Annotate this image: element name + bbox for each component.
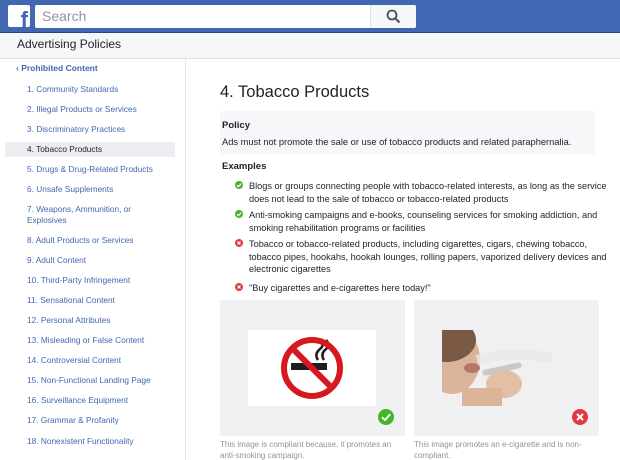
non-compliant-example-card [414,300,599,436]
sidebar-item[interactable]: 14. Controversial Content [5,355,175,366]
page-section-title[interactable]: Advertising Policies [17,37,121,51]
non-compliant-x-icon [572,409,588,425]
facebook-logo-icon[interactable]: f [8,5,30,27]
sidebar-item[interactable]: 1. Community Standards [5,84,175,95]
page-subheader: Advertising Policies [0,33,620,59]
person-vaping-photo [442,330,570,406]
sidebar-item[interactable]: 16. Surveillance Equipment [5,395,175,406]
no-smoking-icon [281,337,343,399]
compliant-example-card [220,300,405,436]
search-button[interactable] [370,5,416,28]
policy-text: Ads must not promote the sale or use of … [222,137,572,147]
sidebar-item[interactable]: 11. Sensational Content [5,295,175,306]
page-title: 4. Tobacco Products [220,83,370,101]
magnifier-icon [386,9,401,24]
sidebar-item[interactable]: 17. Grammar & Profanity [5,415,175,426]
policy-heading: Policy [222,120,250,131]
sidebar-item[interactable]: 3. Discriminatory Practices [5,124,175,135]
sidebar-item[interactable]: 9. Adult Content [5,255,175,266]
check-icon [235,181,243,189]
sidebar-item[interactable]: 10. Third-Party Infringement [5,275,175,286]
sidebar: ‹ Prohibited Content 1. Community Standa… [0,59,186,460]
top-bar: f Search [0,0,620,33]
sidebar-item[interactable]: 12. Personal Attributes [5,315,175,326]
example-text: Blogs or groups connecting people with t… [249,181,607,204]
search-input[interactable]: Search [35,5,416,28]
sidebar-item[interactable]: 18. Nonexistent Functionality [5,436,175,447]
non-compliant-card-caption: This image promotes an e-cigarette and i… [414,440,582,460]
sidebar-item[interactable]: 4. Tobacco Products [5,142,175,157]
policy-box: Policy Ads must not promote the sale or … [220,111,595,154]
examples-heading: Examples [222,161,267,172]
sidebar-item[interactable]: 7. Weapons, Ammunition, or Explosives [5,204,155,226]
sidebar-item[interactable]: 13. Misleading or False Content [5,335,175,346]
search-placeholder: Search [42,8,87,24]
example-text: "Buy cigarettes and e-cigarettes here to… [249,283,431,293]
compliant-card-caption: This image is compliant because, it prom… [220,440,392,460]
sidebar-back-link[interactable]: ‹ Prohibited Content [16,63,98,73]
no-smoking-sign-image [248,330,376,406]
sidebar-item[interactable]: 15. Non-Functional Landing Page [5,375,175,386]
sidebar-item[interactable]: 6. Unsafe Supplements [5,184,175,195]
main-content: 4. Tobacco Products Policy Ads must not … [187,59,620,460]
check-icon [235,210,243,218]
x-icon [235,239,243,247]
sidebar-item[interactable]: 2. Illegal Products or Services [5,104,175,115]
sidebar-item[interactable]: 5. Drugs & Drug-Related Products [5,164,175,175]
x-icon [235,283,243,291]
example-text: Anti-smoking campaigns and e-books, coun… [249,210,598,233]
example-text: Tobacco or tobacco-related products, inc… [249,239,607,275]
compliant-check-icon [378,409,394,425]
sidebar-item[interactable]: 8. Adult Products or Services [5,235,175,246]
